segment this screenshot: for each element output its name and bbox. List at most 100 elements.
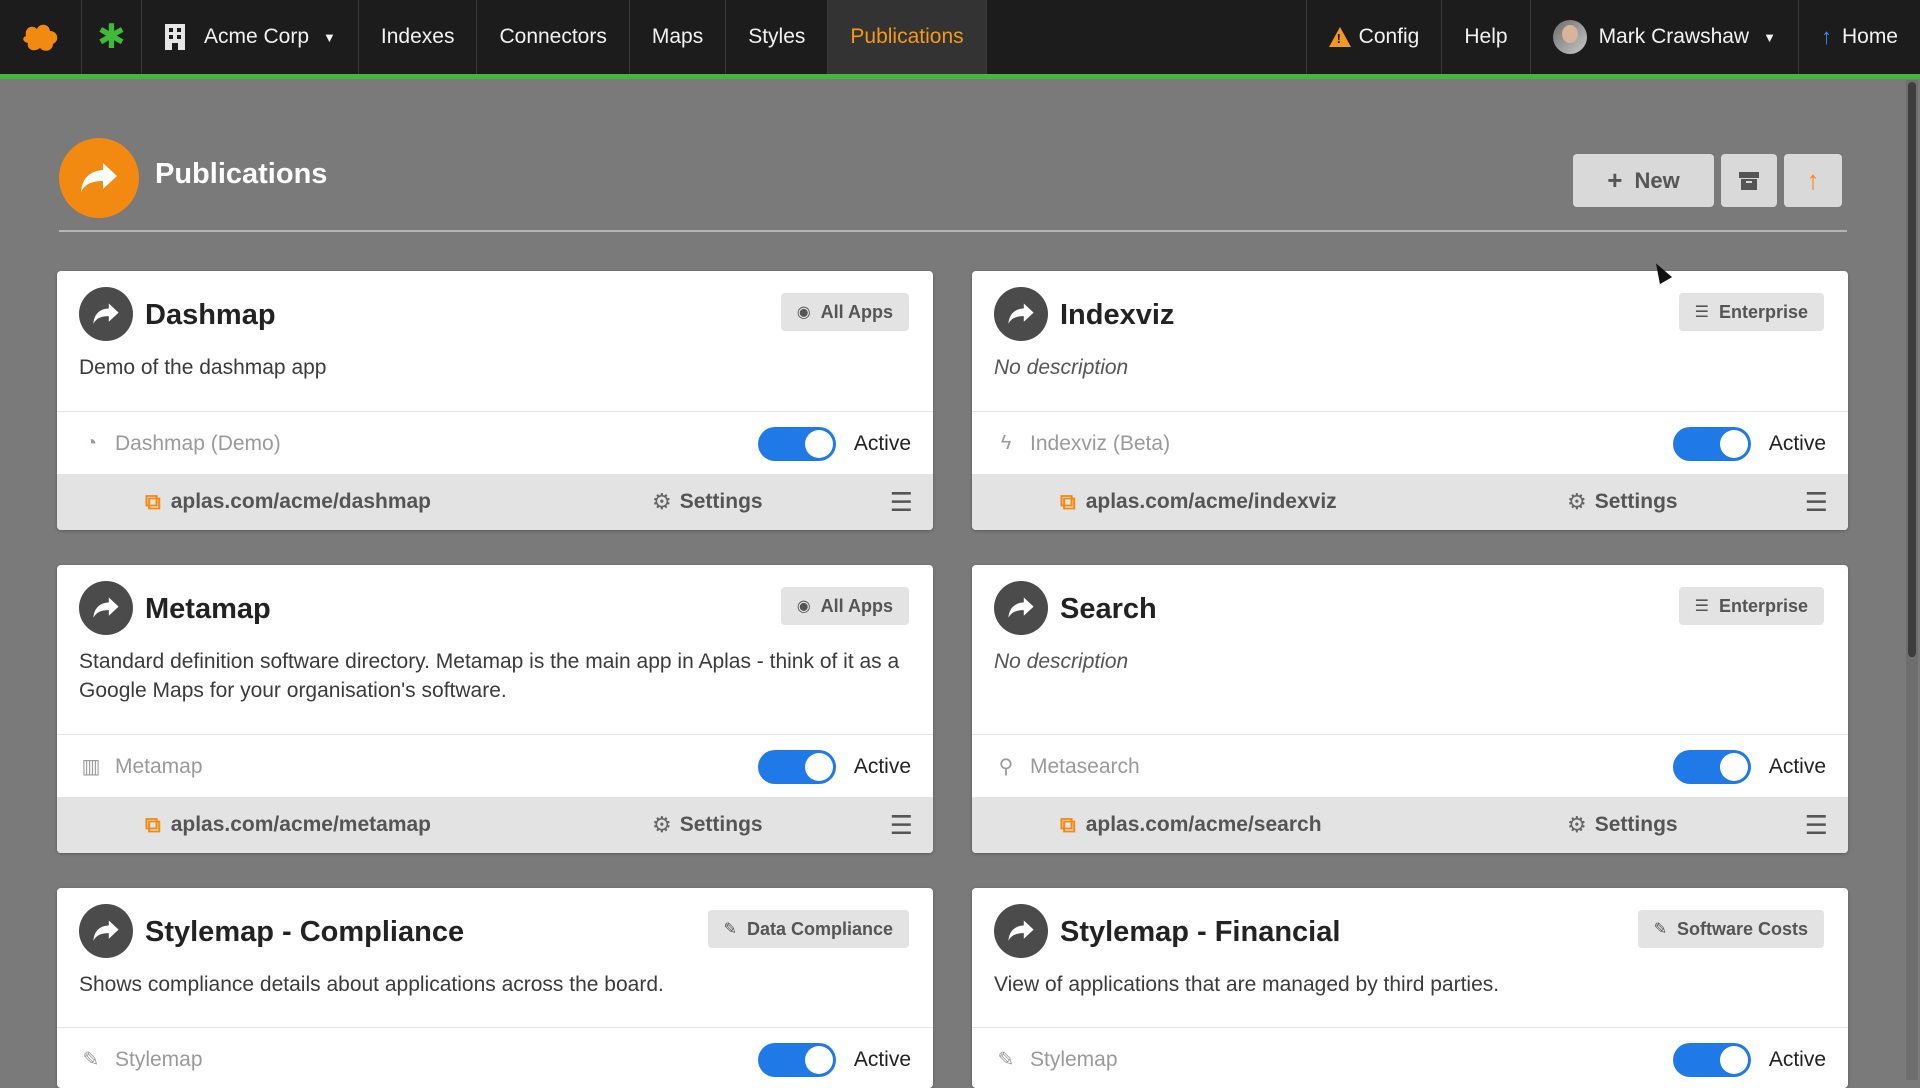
vertical-scrollbar[interactable] xyxy=(1906,80,1918,1080)
share-icon xyxy=(994,904,1048,958)
aplas-logo-icon xyxy=(22,24,57,51)
status-label: Active xyxy=(853,1047,911,1071)
link-text: aplas.com/acme/search xyxy=(1085,813,1322,836)
page-header: Publications + New ↑ xyxy=(59,138,1847,232)
audience-badge[interactable]: ◉ All Apps xyxy=(780,293,909,331)
app-name: Stylemap xyxy=(115,1047,203,1071)
settings-label: Settings xyxy=(1594,813,1678,836)
share-icon xyxy=(79,904,133,958)
audience-badge[interactable]: ☰ Enterprise xyxy=(1678,293,1824,331)
hamburger-menu-icon[interactable]: ☰ xyxy=(1805,797,1828,853)
card-title[interactable]: Metamap xyxy=(145,593,271,626)
gear-icon: ⚙ xyxy=(1567,489,1587,514)
card-header: Stylemap - Compliance ✎ Data Compliance xyxy=(57,888,933,958)
publication-link[interactable]: ⧉ aplas.com/acme/dashmap xyxy=(145,474,431,530)
compass-icon: ◉ xyxy=(796,304,811,321)
card-description: Shows compliance details about applicati… xyxy=(79,973,664,996)
audience-badge[interactable]: ◉ All Apps xyxy=(780,587,909,625)
hamburger-menu-icon[interactable]: ☰ xyxy=(890,797,913,853)
publication-card-dashmap: Dashmap ◉ All Apps Demo of the dashmap ap… xyxy=(57,271,933,530)
active-toggle[interactable] xyxy=(1672,749,1751,784)
card-title[interactable]: Stylemap - Compliance xyxy=(145,916,464,949)
nav-indexes[interactable]: Indexes xyxy=(359,0,478,74)
card-title[interactable]: Dashmap xyxy=(145,299,276,332)
publication-card-search: Search ☰ Enterprise No description ⚲ Meta… xyxy=(972,565,1848,853)
link-text: aplas.com/acme/metamap xyxy=(170,813,432,836)
publication-card-metamap: Metamap ◉ All Apps Standard definition so… xyxy=(57,565,933,853)
org-switcher[interactable]: Acme Corp ▼ xyxy=(142,0,359,74)
app-name: Stylemap xyxy=(1030,1047,1118,1071)
card-description: No description xyxy=(994,650,1129,673)
card-header: Indexviz ☰ Enterprise xyxy=(972,271,1848,341)
card-footer: ⧉ aplas.com/acme/indexviz ⚙ Settings ☰ xyxy=(972,474,1848,530)
active-toggle[interactable] xyxy=(757,426,836,461)
new-publication-button[interactable]: + New xyxy=(1573,154,1714,207)
building-icon xyxy=(165,24,185,50)
status-label: Active xyxy=(1768,754,1826,778)
nav-connectors[interactable]: Connectors xyxy=(477,0,630,74)
nav-maps[interactable]: Maps xyxy=(630,0,727,74)
scrollbar-thumb[interactable] xyxy=(1908,82,1916,657)
card-title[interactable]: Stylemap - Financial xyxy=(1060,916,1340,949)
navbar-accent-bar xyxy=(0,74,1920,79)
card-app-row: ⚲ Metasearch Active xyxy=(972,734,1848,798)
card-header: Stylemap - Financial ✎ Software Costs xyxy=(972,888,1848,958)
gear-icon: ⚙ xyxy=(652,489,672,514)
nav-publications[interactable]: Publications xyxy=(828,0,987,74)
badge-label: Data Compliance xyxy=(746,918,893,939)
org-name: Acme Corp xyxy=(204,25,310,48)
hamburger-menu-icon[interactable]: ☰ xyxy=(1805,474,1828,530)
status-label: Active xyxy=(1768,431,1826,455)
chevron-down-icon: ▼ xyxy=(323,29,336,45)
publication-link[interactable]: ⧉ aplas.com/acme/indexviz xyxy=(1060,474,1337,530)
settings-label: Settings xyxy=(1594,490,1678,513)
search-icon: ⚲ xyxy=(998,756,1014,778)
brush-icon: ✎ xyxy=(82,1049,100,1071)
card-title[interactable]: Search xyxy=(1060,593,1157,626)
settings-button[interactable]: ⚙ Settings xyxy=(1567,797,1678,853)
hamburger-menu-icon[interactable]: ☰ xyxy=(890,474,913,530)
settings-button[interactable]: ⚙ Settings xyxy=(652,474,763,530)
chevron-down-icon: ▼ xyxy=(1763,29,1776,45)
share-icon xyxy=(59,138,139,218)
publication-card-stylemap-financial: Stylemap - Financial ✎ Software Costs Vie… xyxy=(972,888,1848,1088)
audience-badge[interactable]: ✎ Data Compliance xyxy=(707,910,909,948)
card-description: No description xyxy=(994,356,1129,379)
warning-icon xyxy=(1328,27,1351,47)
archive-button[interactable] xyxy=(1721,154,1777,207)
share-icon xyxy=(79,581,133,635)
active-toggle[interactable] xyxy=(1672,426,1751,461)
audience-badge[interactable]: ☰ Enterprise xyxy=(1678,587,1824,625)
audience-badge[interactable]: ✎ Software Costs xyxy=(1637,910,1824,948)
card-app-row: ϟ Indexviz (Beta) Active xyxy=(972,411,1848,475)
active-toggle[interactable] xyxy=(757,1042,836,1077)
upload-button[interactable]: ↑ xyxy=(1784,154,1842,207)
publication-link[interactable]: ⧉ aplas.com/acme/metamap xyxy=(145,797,431,853)
page-title: Publications xyxy=(155,158,328,190)
publication-card-indexviz: Indexviz ☰ Enterprise No description ϟ In… xyxy=(972,271,1848,530)
link-text: aplas.com/acme/indexviz xyxy=(1085,490,1337,513)
user-name: Mark Crawshaw xyxy=(1598,25,1750,48)
nav-config[interactable]: Config xyxy=(1307,0,1443,74)
nav-styles[interactable]: Styles xyxy=(726,0,829,74)
card-description: Standard definition software directory. … xyxy=(79,650,900,702)
card-title[interactable]: Indexviz xyxy=(1060,299,1174,332)
nav-home[interactable]: ↑ Home xyxy=(1799,0,1920,74)
active-toggle[interactable] xyxy=(757,749,836,784)
badge-label: Enterprise xyxy=(1718,595,1808,616)
user-menu[interactable]: Mark Crawshaw ▼ xyxy=(1531,0,1799,74)
app-logo[interactable] xyxy=(0,0,82,74)
nav-help[interactable]: Help xyxy=(1442,0,1531,74)
card-description: Demo of the dashmap app xyxy=(79,356,327,379)
settings-button[interactable]: ⚙ Settings xyxy=(1567,474,1678,530)
new-button-label: New xyxy=(1634,167,1680,193)
active-toggle[interactable] xyxy=(1672,1042,1751,1077)
publication-link[interactable]: ⧉ aplas.com/acme/search xyxy=(1060,797,1322,853)
card-footer: ⧉ aplas.com/acme/search ⚙ Settings ☰ xyxy=(972,797,1848,853)
share-icon xyxy=(79,287,133,341)
settings-button[interactable]: ⚙ Settings xyxy=(652,797,763,853)
asterisk-icon[interactable]: ✱ xyxy=(82,0,142,74)
status-label: Active xyxy=(1768,1047,1826,1071)
card-description: View of applications that are managed by… xyxy=(994,973,1500,996)
publication-card-stylemap-compliance: Stylemap - Compliance ✎ Data Compliance S… xyxy=(57,888,933,1088)
